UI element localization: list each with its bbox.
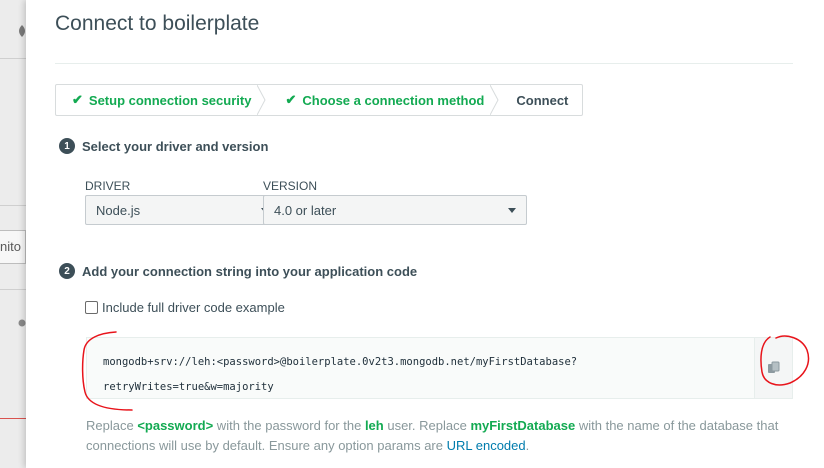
bg-divider — [0, 289, 26, 290]
connection-string-line-2: retryWrites=true&w=majority — [103, 381, 274, 393]
url-encoded-link[interactable]: URL encoded — [447, 438, 526, 453]
step-separator — [490, 85, 499, 115]
driver-select-value: Node.js — [96, 202, 141, 218]
connection-stepper: ✔ Setup connection security ✔ Choose a c… — [55, 84, 584, 116]
version-select[interactable]: 4.0 or later — [263, 195, 527, 225]
password-placeholder-token: <password> — [137, 418, 214, 433]
chevron-down-icon — [508, 207, 516, 213]
step-label: Setup connection security — [88, 92, 252, 108]
connection-help-text: Replace <password> with the password for… — [86, 416, 796, 456]
help-text-part: Replace — [86, 418, 138, 433]
step-number-badge: 2 — [59, 263, 75, 279]
include-driver-code-checkbox-row[interactable]: Include full driver code example — [85, 300, 285, 315]
step-connect[interactable]: Connect — [498, 85, 582, 115]
username-token: leh — [364, 418, 384, 433]
version-label: VERSION — [263, 179, 318, 193]
copy-button[interactable] — [754, 338, 792, 398]
help-text-part: user. Replace — [383, 418, 471, 433]
help-text-part: with the password for the — [213, 418, 365, 433]
step-label: Choose a connection method — [302, 92, 485, 108]
bg-red-line — [0, 418, 26, 419]
connection-string-line-1: mongodb+srv://leh:<password>@boilerplate… — [103, 356, 578, 368]
step-separator — [257, 85, 267, 115]
bg-divider — [0, 205, 26, 206]
section-driver-heading: 1 Select your driver and version — [59, 138, 268, 154]
step-setup-security[interactable]: ✔ Setup connection security — [56, 85, 267, 115]
section-heading-text: Add your connection string into your app… — [82, 263, 418, 279]
checkmark-icon: ✔ — [72, 92, 83, 107]
driver-select[interactable]: Node.js — [85, 195, 280, 225]
version-select-value: 4.0 or later — [274, 202, 337, 218]
driver-label: DRIVER — [85, 179, 131, 193]
step-choose-method[interactable]: ✔ Choose a connection method — [265, 85, 499, 115]
connection-string[interactable]: mongodb+srv://leh:<password>@boilerplate… — [103, 350, 723, 400]
connect-modal: Connect to boilerplate ✔ Setup connectio… — [26, 0, 824, 468]
checkbox-label: Include full driver code example — [102, 300, 285, 315]
database-name-token: myFirstDatabase — [470, 418, 576, 433]
step-number-badge: 1 — [59, 138, 75, 154]
bg-divider — [0, 58, 26, 59]
checkmark-icon: ✔ — [285, 92, 297, 107]
title-divider — [55, 63, 793, 64]
copy-icon — [767, 361, 779, 373]
help-text-part: . — [525, 438, 530, 453]
bg-text-fragment: nito — [0, 239, 21, 254]
connection-string-box[interactable]: mongodb+srv://leh:<password>@boilerplate… — [86, 337, 793, 399]
modal-title: Connect to boilerplate — [55, 12, 260, 35]
section-connection-heading: 2 Add your connection string into your a… — [59, 263, 417, 279]
step-label: Connect — [516, 92, 569, 108]
include-driver-code-checkbox[interactable] — [85, 301, 98, 314]
bg-icon — [18, 319, 26, 327]
section-heading-text: Select your driver and version — [82, 138, 269, 154]
